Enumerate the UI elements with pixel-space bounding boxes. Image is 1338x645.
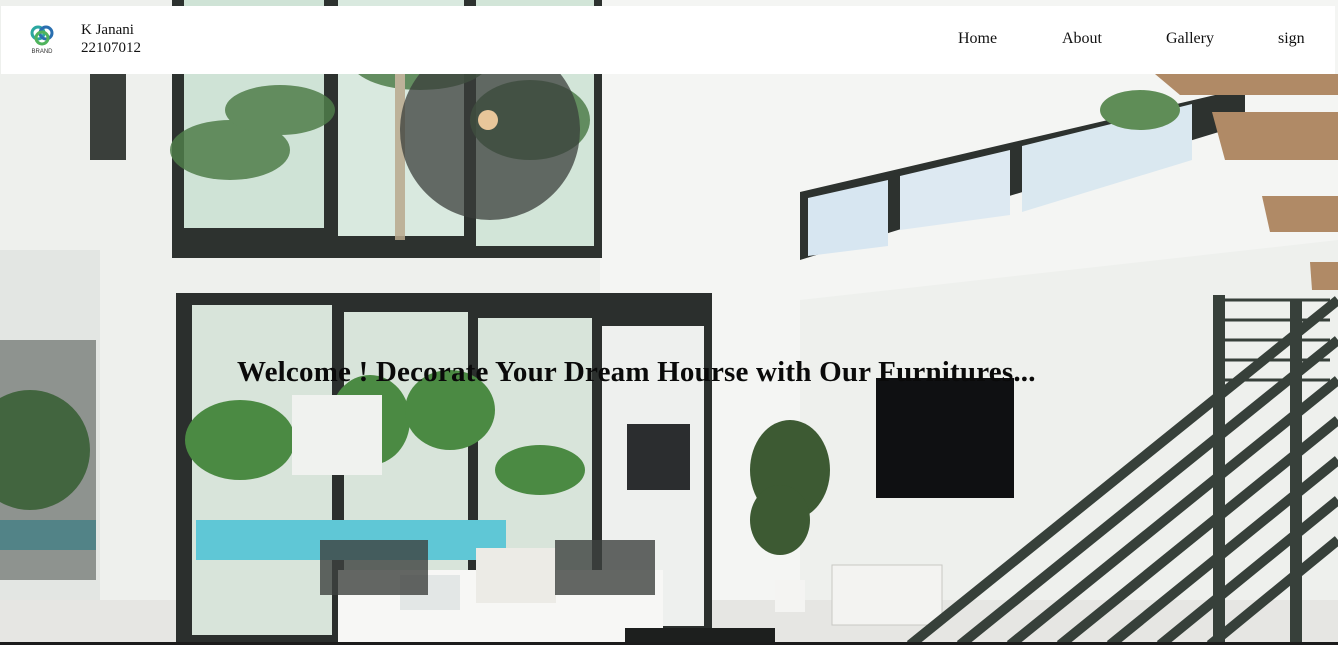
nav-home-link[interactable]: Home xyxy=(958,30,997,48)
brand-logo[interactable]: BRAND xyxy=(27,22,57,58)
hero-background-image xyxy=(0,0,1338,645)
top-navbar: BRAND K Janani 22107012 Home About Galle… xyxy=(1,6,1335,74)
user-name: K Janani xyxy=(81,22,134,38)
user-identity: K Janani 22107012 xyxy=(81,21,141,57)
nav-about-link[interactable]: About xyxy=(1062,30,1102,48)
user-id: 22107012 xyxy=(81,40,141,56)
brand-logo-text: BRAND xyxy=(31,49,53,55)
nav-sign-link[interactable]: sign xyxy=(1278,30,1305,48)
hero-headline: Welcome ! Decorate Your Dream Hourse wit… xyxy=(237,356,1036,388)
brand-logo-icon: BRAND xyxy=(30,25,54,55)
nav-gallery-link[interactable]: Gallery xyxy=(1166,30,1214,48)
